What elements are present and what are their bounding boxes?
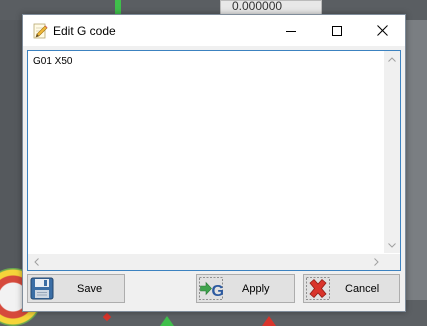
close-button[interactable] (359, 15, 405, 46)
minimize-icon (286, 30, 296, 32)
scroll-up-icon[interactable] (384, 51, 400, 67)
apply-button[interactable]: G Apply (196, 274, 295, 303)
gcode-text[interactable]: G01 X50 (33, 56, 72, 67)
scroll-down-icon[interactable] (384, 237, 400, 253)
background-red-triangle (262, 316, 276, 326)
cancel-button[interactable]: Cancel (303, 274, 400, 303)
horizontal-scrollbar[interactable] (28, 254, 384, 270)
floppy-disk-icon (30, 277, 54, 300)
apply-label: Apply (242, 283, 270, 295)
scroll-right-icon[interactable] (368, 254, 384, 270)
gcode-text-editor[interactable]: G01 X50 (27, 50, 401, 271)
vertical-scrollbar[interactable] (384, 51, 400, 253)
save-label: Save (77, 283, 103, 295)
minimize-button[interactable] (268, 15, 314, 46)
scrollbar-corner (384, 254, 400, 270)
svg-text:G: G (212, 283, 224, 300)
maximize-icon (332, 25, 342, 36)
edit-gcode-dialog: Edit G code G01 X50 Save G Apply Cancel (22, 14, 406, 312)
background-value-text: 0.000000 (232, 0, 283, 13)
dialog-titlebar[interactable]: Edit G code (23, 15, 405, 46)
dialog-title: Edit G code (53, 24, 116, 38)
close-icon (376, 25, 388, 36)
background-right-panel (404, 20, 427, 326)
scroll-left-icon[interactable] (28, 254, 44, 270)
arrow-g-icon: G (199, 277, 224, 300)
cancel-label: Cancel (345, 283, 380, 295)
red-x-icon (306, 277, 330, 300)
maximize-button[interactable] (314, 15, 360, 46)
save-button[interactable]: Save (27, 274, 125, 303)
pencil-icon (32, 23, 48, 39)
background-green-triangle (160, 316, 174, 326)
